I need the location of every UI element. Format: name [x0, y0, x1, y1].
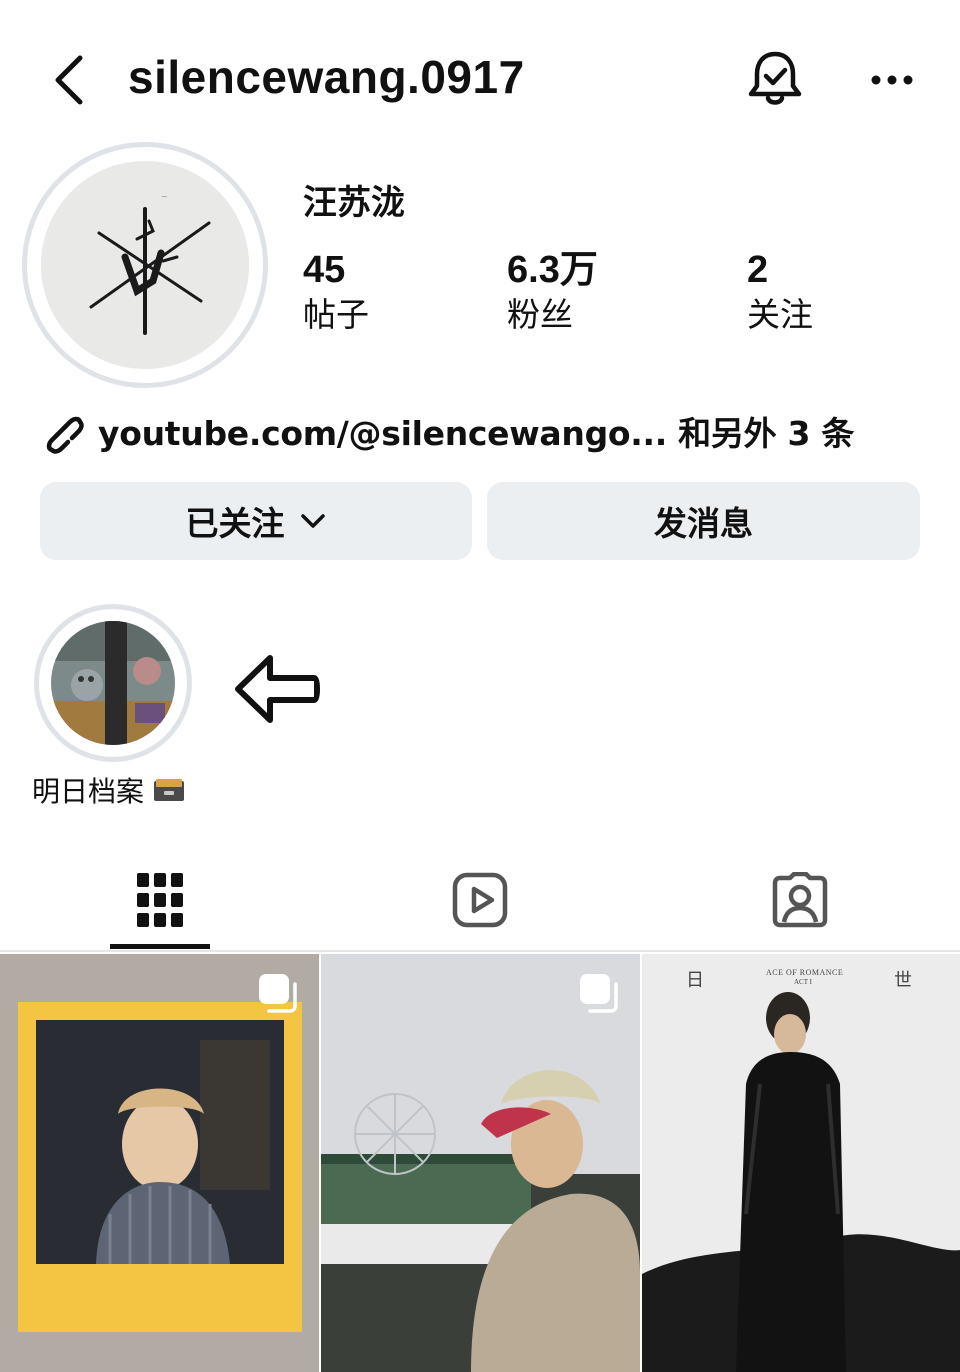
stat-posts-label: 帖子 [303, 295, 369, 334]
profile-links[interactable]: youtube.com/@silencewango... 和另外 3 条 [38, 406, 854, 456]
profile-username: silencewang.0917 [128, 51, 525, 103]
post-thumbnail[interactable] [0, 954, 319, 1372]
poster-right-mark: 世 [894, 970, 912, 991]
profile-full-name: 汪苏泷 [303, 183, 405, 223]
more-options-icon[interactable] [868, 62, 916, 98]
highlight-label-text: 明日档案 [32, 775, 145, 808]
profile-avatar[interactable]: ~ [22, 142, 268, 388]
carousel-multiple-icon [580, 974, 618, 1013]
post-image-ferris-wheel [321, 954, 640, 1372]
notifications-bell-icon[interactable] [744, 46, 806, 112]
post-image-polaroid [0, 954, 319, 1372]
stat-following[interactable]: 2 关注 [747, 248, 813, 338]
post-image-poster [642, 954, 960, 1372]
message-button[interactable]: 发消息 [487, 482, 920, 560]
story-highlight[interactable] [34, 604, 192, 762]
stat-followers-value: 6.3万 [507, 249, 598, 291]
card-file-box-icon [154, 779, 185, 801]
following-button-label: 已关注 [185, 504, 285, 543]
link-icon [46, 416, 84, 454]
post-thumbnail[interactable] [321, 954, 640, 1372]
carousel-multiple-icon [259, 974, 297, 1013]
stat-following-label: 关注 [747, 295, 813, 334]
message-button-label: 发消息 [654, 504, 753, 543]
svg-text:~: ~ [161, 192, 168, 201]
post-thumbnail[interactable]: 日 世 ACE OF ROMANCE ACT I [642, 954, 960, 1372]
profile-link-text[interactable]: youtube.com/@silencewango... 和另外 3 条 [98, 407, 854, 455]
story-highlight-label: 明日档案 [32, 770, 186, 810]
tab-posts-grid[interactable] [0, 848, 320, 952]
top-bar: silencewang.0917 [0, 0, 960, 150]
avatar-image: ~ [41, 161, 249, 369]
tagged-person-icon [772, 872, 828, 928]
stat-posts[interactable]: 45 帖子 [303, 248, 369, 338]
tab-reels[interactable] [320, 848, 640, 952]
tab-tagged[interactable] [640, 848, 960, 952]
profile-tabs [0, 848, 960, 952]
chevron-down-icon [300, 514, 325, 528]
stat-followers[interactable]: 6.3万 粉丝 [507, 248, 598, 338]
posts-grid: 日 世 ACE OF ROMANCE ACT I [0, 954, 960, 1372]
stat-followers-label: 粉丝 [507, 295, 573, 334]
stat-following-value: 2 [747, 249, 769, 291]
poster-subtitle: ACT I [794, 978, 812, 986]
reels-play-icon [452, 872, 508, 928]
following-button[interactable]: 已关注 [40, 482, 472, 560]
poster-left-mark: 日 [686, 970, 704, 991]
grid-icon [137, 873, 183, 927]
active-tab-indicator [110, 944, 210, 949]
poster-title: ACE OF ROMANCE [766, 968, 844, 977]
arrow-left-annotation-icon [235, 655, 320, 723]
highlight-cover-image [51, 621, 175, 745]
back-arrow-icon[interactable] [46, 50, 94, 110]
stat-posts-value: 45 [303, 249, 346, 291]
